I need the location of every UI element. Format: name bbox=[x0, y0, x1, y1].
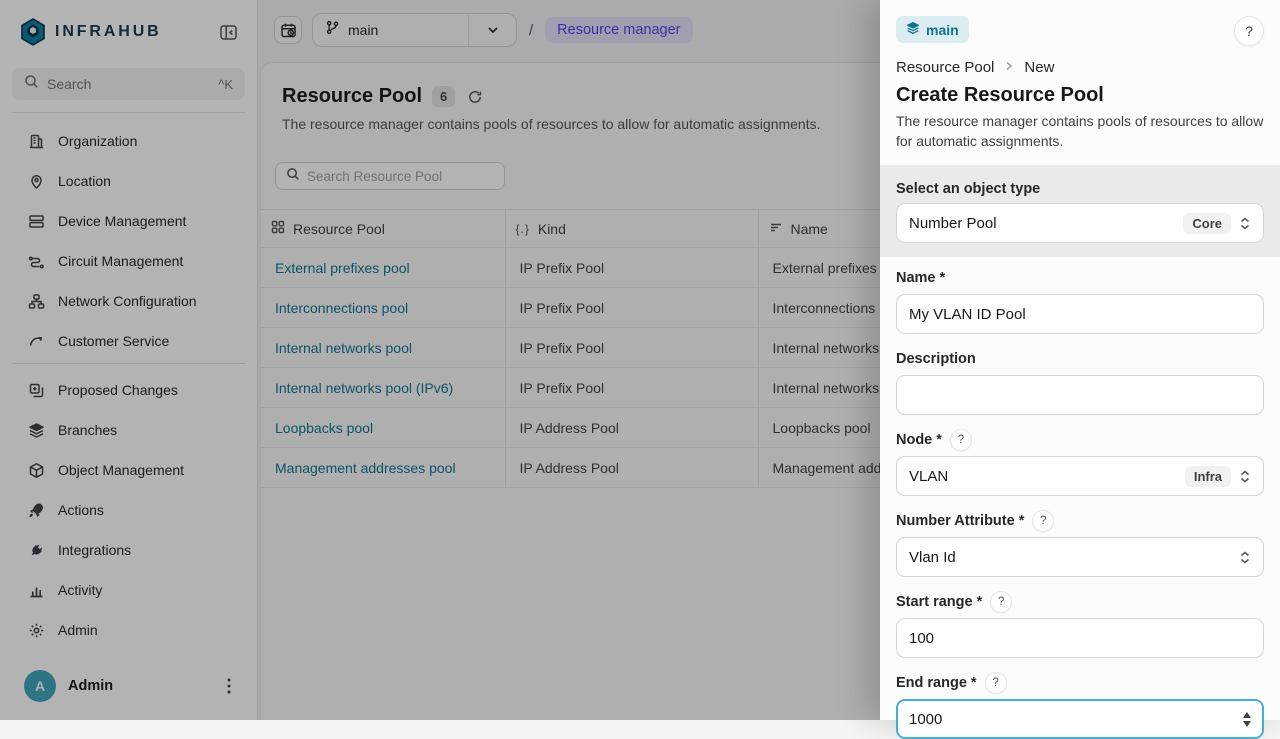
chevron-updown-icon bbox=[1239, 216, 1251, 231]
breadcrumb-new: New bbox=[1024, 59, 1054, 76]
object-type-label: Select an object type bbox=[896, 181, 1264, 197]
help-icon[interactable]: ? bbox=[990, 591, 1012, 613]
chevron-updown-icon bbox=[1239, 469, 1251, 484]
object-type-section: Select an object type Number Pool Core bbox=[880, 165, 1280, 257]
field-name: Name * bbox=[896, 267, 1264, 334]
start-range-input-wrap bbox=[896, 618, 1264, 658]
help-icon[interactable]: ? bbox=[985, 672, 1007, 694]
object-type-select[interactable]: Number Pool Core bbox=[896, 203, 1264, 243]
field-label: Description bbox=[896, 351, 976, 367]
drawer-title: Create Resource Pool bbox=[896, 84, 1264, 107]
layers-icon bbox=[906, 21, 920, 38]
node-select[interactable]: VLAN Infra bbox=[896, 456, 1264, 496]
help-icon[interactable]: ? bbox=[1032, 510, 1054, 532]
breadcrumb-resource-pool[interactable]: Resource Pool bbox=[896, 59, 994, 76]
field-label: Start range * bbox=[896, 594, 982, 610]
spinner-up-icon[interactable] bbox=[1243, 712, 1251, 718]
name-input-wrap bbox=[896, 294, 1264, 334]
field-label: Number Attribute * bbox=[896, 513, 1024, 529]
branch-badge[interactable]: main bbox=[896, 16, 969, 43]
infra-badge: Infra bbox=[1185, 466, 1231, 487]
end-range-input[interactable] bbox=[909, 711, 1235, 728]
field-description: Description bbox=[896, 348, 1264, 415]
drawer-description: The resource manager contains pools of r… bbox=[896, 111, 1264, 151]
help-icon[interactable]: ? bbox=[950, 429, 972, 451]
help-button[interactable]: ? bbox=[1234, 16, 1264, 46]
drawer-form: Name * Description Node * ? VLAN Infr bbox=[880, 257, 1280, 739]
field-start-range: Start range * ? bbox=[896, 591, 1264, 658]
field-label: Node * bbox=[896, 432, 942, 448]
app: INFRAHUB ^K Organization Location Device… bbox=[0, 0, 1280, 720]
field-number-attribute: Number Attribute * ? Vlan Id bbox=[896, 510, 1264, 577]
end-range-input-wrap bbox=[896, 699, 1264, 739]
chevron-updown-icon bbox=[1239, 550, 1251, 565]
core-badge: Core bbox=[1183, 213, 1231, 234]
description-textarea[interactable] bbox=[897, 376, 1263, 414]
drawer-backdrop[interactable] bbox=[0, 0, 880, 720]
field-end-range: End range * ? bbox=[896, 672, 1264, 739]
description-textarea-wrap bbox=[896, 375, 1264, 415]
chevron-right-icon bbox=[1003, 59, 1015, 76]
name-input[interactable] bbox=[909, 306, 1251, 323]
number-attribute-select[interactable]: Vlan Id bbox=[896, 537, 1264, 577]
drawer-breadcrumb: Resource Pool New bbox=[896, 58, 1264, 76]
drawer-header: main ? Resource Pool New Create Resource… bbox=[880, 0, 1280, 165]
spinner-down-icon[interactable] bbox=[1243, 721, 1251, 727]
field-label: Name * bbox=[896, 270, 945, 286]
field-label: End range * bbox=[896, 675, 977, 691]
number-spinner[interactable] bbox=[1243, 712, 1251, 727]
start-range-input[interactable] bbox=[909, 630, 1251, 647]
create-resource-pool-drawer: main ? Resource Pool New Create Resource… bbox=[880, 0, 1280, 720]
field-node: Node * ? VLAN Infra bbox=[896, 429, 1264, 496]
